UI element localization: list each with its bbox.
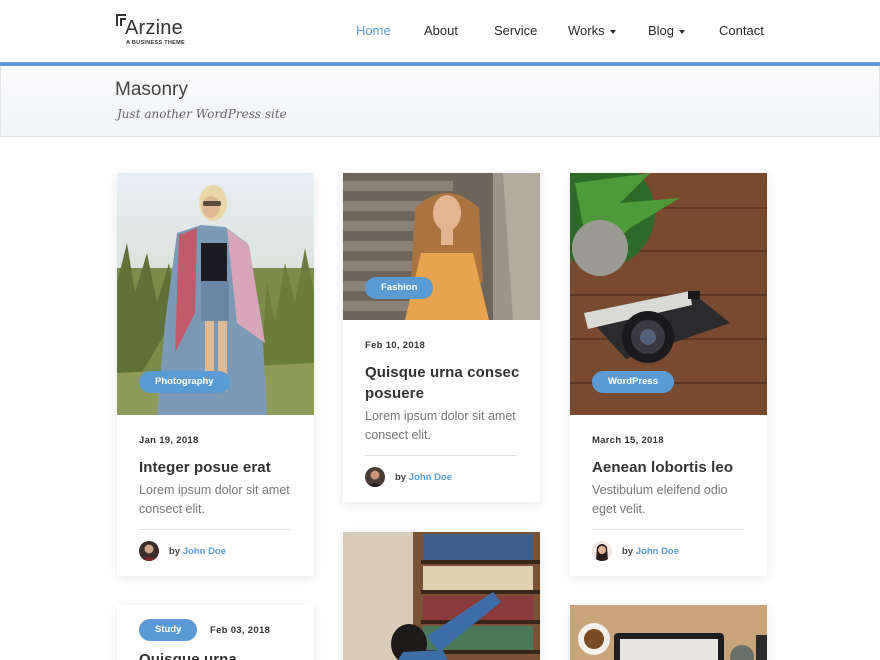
nav-item-blog[interactable]: Blog [648, 23, 686, 38]
nav-item-label: About [424, 23, 458, 38]
nav-item-home[interactable]: Home [356, 23, 391, 38]
post-title[interactable]: Quisque urna consec posuere [365, 362, 525, 404]
post-date: Feb 10, 2018 [365, 340, 426, 351]
post-title[interactable]: Quisque urna [139, 649, 299, 660]
post-excerpt: Vestibulum eleifend odio eget velit. [592, 483, 728, 516]
nav-item-contact[interactable]: Contact [719, 23, 764, 38]
byline-prefix: by [395, 472, 407, 483]
post-card [343, 532, 540, 660]
category-badge[interactable]: Study [139, 619, 198, 641]
post-card: Fashion Feb 10, 2018 Quisque urna consec… [343, 173, 540, 502]
avatar [365, 467, 385, 487]
post-image[interactable] [570, 605, 767, 660]
nav-item-about[interactable]: About [424, 23, 458, 38]
author-link[interactable]: John Doe [183, 546, 226, 557]
author-link[interactable]: John Doe [636, 546, 679, 557]
nav-item-label: Service [494, 23, 538, 38]
nav-item-label: Works [568, 23, 605, 38]
post-card: Study Feb 03, 2018 Quisque urna [117, 605, 314, 660]
nav-item-label: Home [356, 23, 391, 38]
byline-prefix: by [169, 546, 181, 557]
chevron-down-icon [609, 29, 616, 34]
nav-item-label: Blog [648, 23, 675, 38]
post-image[interactable] [343, 532, 540, 660]
post-date: Feb 03, 2018 [210, 625, 271, 636]
category-badge[interactable]: WordPress [592, 371, 674, 393]
page-title: Masonry [115, 79, 188, 100]
nav-item-label: Contact [719, 23, 764, 38]
avatar [139, 541, 159, 561]
author-link[interactable]: John Doe [409, 472, 452, 483]
author-byline: by John Doe [169, 546, 226, 557]
card-divider [365, 455, 517, 456]
post-excerpt: Lorem ipsum dolor sit amet consect elit. [139, 483, 290, 516]
post-date: March 15, 2018 [592, 435, 664, 446]
post-date: Jan 19, 2018 [139, 435, 199, 446]
post-title[interactable]: Aenean lobortis leo [592, 457, 752, 478]
page-title-band: Masonry Just another WordPress site [0, 66, 880, 137]
post-card [570, 605, 767, 660]
category-badge[interactable]: Fashion [365, 277, 434, 299]
page-subtitle: Just another WordPress site [117, 107, 287, 121]
main-nav: Home About Service Works Blog Contact [0, 23, 880, 41]
post-excerpt: Lorem ipsum dolor sit amet consect elit. [365, 409, 516, 442]
card-divider [139, 529, 291, 530]
author-byline: by John Doe [395, 472, 452, 483]
category-badge[interactable]: Photography [139, 371, 230, 393]
nav-item-works[interactable]: Works [568, 23, 616, 38]
site-header: Arzine A BUSINESS THEME Home About Servi… [0, 0, 880, 62]
avatar [592, 541, 612, 561]
post-card: Photography Jan 19, 2018 Integer posue e… [117, 173, 314, 576]
byline-prefix: by [622, 546, 634, 557]
chevron-down-icon [679, 29, 686, 34]
post-card: WordPress March 15, 2018 Aenean lobortis… [570, 173, 767, 576]
author-byline: by John Doe [622, 546, 679, 557]
card-divider [592, 529, 744, 530]
post-title[interactable]: Integer posue erat [139, 457, 299, 478]
nav-item-service[interactable]: Service [494, 23, 537, 38]
